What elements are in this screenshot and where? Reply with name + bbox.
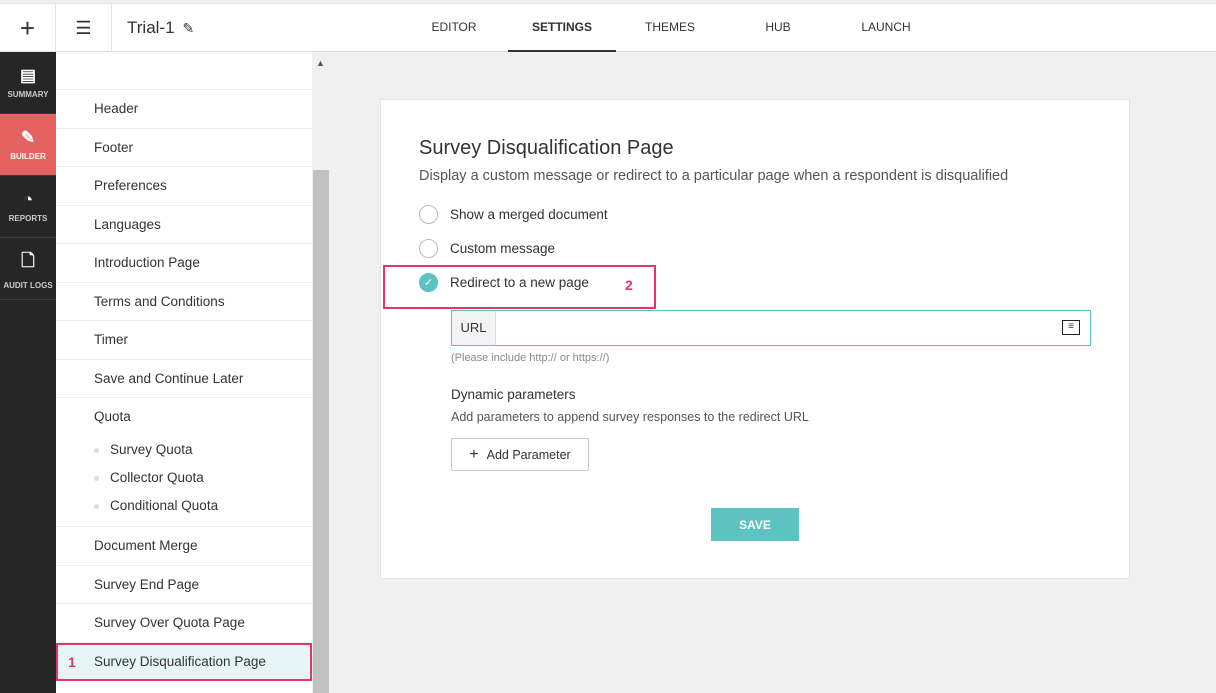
sidebar-item-introduction[interactable]: Introduction Page — [56, 244, 312, 283]
rail-label: AUDIT LOGS — [3, 280, 53, 290]
sidebar-item-document-merge[interactable]: Document Merge — [56, 527, 312, 566]
pencil-icon: ✎ — [20, 128, 36, 147]
sidebar-subitem-survey-quota[interactable]: Survey Quota — [56, 436, 312, 464]
rail-summary[interactable]: ▤ SUMMARY — [0, 52, 56, 114]
quota-group: Quota Survey Quota Collector Quota Condi… — [56, 398, 312, 527]
option-merged-document[interactable]: Show a merged document — [419, 205, 608, 224]
menu-list-icon[interactable]: ☰ — [56, 4, 112, 52]
scrollbar-thumb[interactable] — [313, 170, 329, 693]
settings-sidebar: Header Footer Preferences Languages Intr… — [56, 52, 312, 693]
sidebar-item-save-continue[interactable]: Save and Continue Later — [56, 360, 312, 398]
option-label: Custom message — [450, 241, 556, 256]
page-description: Display a custom message or redirect to … — [419, 168, 1009, 184]
log-file-icon: 🗋 — [21, 250, 35, 270]
rail-label: REPORTS — [8, 214, 48, 223]
rail-audit-logs[interactable]: 🗋 AUDIT LOGS — [0, 238, 56, 300]
url-input[interactable] — [496, 311, 1090, 345]
sidebar-item-timer[interactable]: Timer — [56, 321, 312, 360]
sidebar-item-terms[interactable]: Terms and Conditions — [56, 283, 312, 321]
settings-card: Survey Disqualification Page Display a c… — [380, 99, 1130, 579]
dynamic-parameters-title: Dynamic parameters — [451, 387, 576, 402]
sidebar-item-languages[interactable]: Languages — [56, 206, 312, 244]
sidebar-subitem-collector-quota[interactable]: Collector Quota — [56, 464, 312, 492]
sidebar-item-survey-end[interactable]: Survey End Page — [56, 566, 312, 604]
add-parameter-button[interactable]: + Add Parameter — [451, 438, 589, 471]
scroll-up-arrow-icon[interactable]: ▲ — [316, 58, 325, 68]
option-label: Show a merged document — [450, 207, 608, 222]
url-hint: (Please include http:// or https://) — [451, 352, 610, 364]
save-button[interactable]: SAVE — [711, 508, 799, 541]
add-parameter-label: Add Parameter — [486, 447, 571, 462]
insert-variable-icon[interactable]: ≡ — [1062, 320, 1080, 335]
url-field: URL ≡ — [451, 310, 1091, 346]
sidebar-item-label: Survey Disqualification Page — [94, 653, 266, 669]
edit-pencil-icon[interactable]: ✎ — [183, 20, 195, 36]
sidebar-item-preferences[interactable]: Preferences — [56, 167, 312, 206]
sidebar-item-quota[interactable]: Quota — [56, 398, 312, 436]
sidebar-subitem-conditional-quota[interactable]: Conditional Quota — [56, 492, 312, 520]
page-title: Survey Disqualification Page — [419, 137, 674, 159]
tab-themes[interactable]: THEMES — [616, 4, 724, 52]
survey-title-text: Trial-1 — [127, 18, 175, 37]
checked-radio-icon[interactable]: ✓ — [419, 273, 438, 292]
sidebar-item-over-quota[interactable]: Survey Over Quota Page — [56, 604, 312, 643]
option-redirect[interactable]: ✓ Redirect to a new page — [419, 273, 589, 292]
top-bar: + ☰ Trial-1 ✎ EDITOR SETTINGS THEMES HUB … — [0, 3, 1216, 52]
tab-editor[interactable]: EDITOR — [400, 4, 508, 52]
step-badge-1: 1 — [68, 653, 76, 670]
plus-icon: + — [469, 445, 479, 463]
add-icon[interactable]: + — [0, 4, 56, 52]
pie-chart-icon: ◔ — [22, 190, 34, 209]
rail-builder[interactable]: ✎ BUILDER — [0, 114, 56, 176]
sidebar-item-footer[interactable]: Footer — [56, 129, 312, 167]
dynamic-parameters-description: Add parameters to append survey response… — [451, 410, 809, 424]
sidebar-scrollbar[interactable]: ▲ — [312, 52, 330, 693]
step-badge-2: 2 — [625, 277, 633, 293]
tab-launch[interactable]: LAUNCH — [832, 4, 940, 52]
sidebar-spacer — [56, 52, 312, 90]
sidebar-item-header[interactable]: Header — [56, 90, 312, 129]
tab-settings[interactable]: SETTINGS — [508, 4, 616, 52]
url-label: URL — [452, 311, 496, 345]
rail-label: BUILDER — [10, 152, 46, 161]
option-custom-message[interactable]: Custom message — [419, 239, 555, 258]
tab-hub[interactable]: HUB — [724, 4, 832, 52]
left-rail: ▤ SUMMARY ✎ BUILDER ◔ REPORTS 🗋 AUDIT LOGS — [0, 52, 56, 693]
rail-label: SUMMARY — [7, 90, 49, 99]
sidebar-item-disqualification[interactable]: 1 Survey Disqualification Page — [56, 642, 312, 681]
radio-icon[interactable] — [419, 205, 438, 224]
option-label: Redirect to a new page — [450, 275, 589, 290]
rail-reports[interactable]: ◔ REPORTS — [0, 176, 56, 238]
document-icon: ▤ — [19, 66, 37, 85]
survey-title[interactable]: Trial-1 ✎ — [127, 18, 194, 38]
radio-icon[interactable] — [419, 239, 438, 258]
main-tabs: EDITOR SETTINGS THEMES HUB LAUNCH — [400, 4, 940, 52]
